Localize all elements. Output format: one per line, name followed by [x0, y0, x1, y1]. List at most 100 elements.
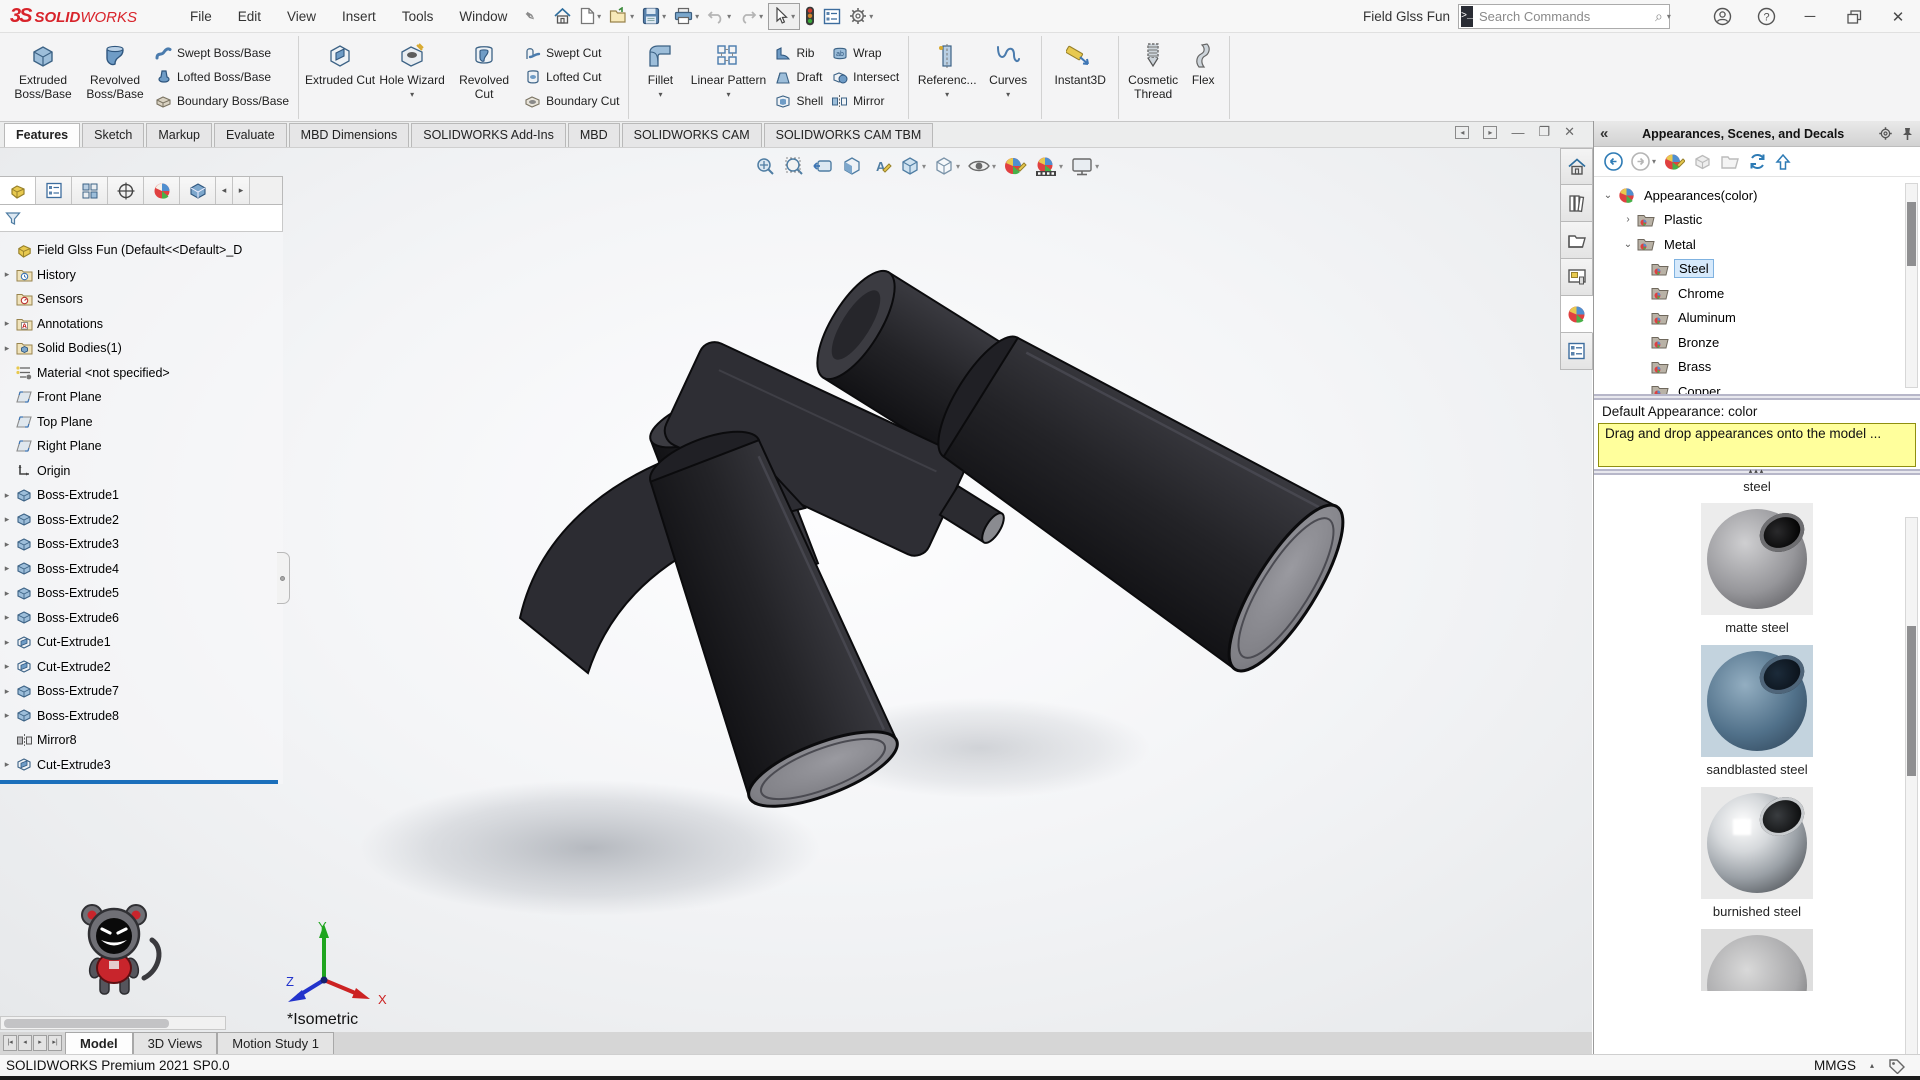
- extruded-cut-button[interactable]: Extruded Cut: [304, 36, 376, 119]
- thumbnail-burnished-steel[interactable]: burnished steel: [1594, 787, 1920, 919]
- tree-item-material[interactable]: Material <not specified>: [0, 361, 283, 386]
- dropdown-caret-icon[interactable]: ▾: [662, 12, 666, 21]
- appearances-root[interactable]: ⌄ Appearances(color): [1594, 183, 1920, 208]
- pane-splitter[interactable]: [1594, 394, 1920, 400]
- doc-restore-button[interactable]: ❐: [1538, 124, 1550, 140]
- curves-button[interactable]: Curves ▾: [980, 36, 1036, 119]
- hole-wizard-button[interactable]: Hole Wizard ▾: [376, 36, 448, 119]
- menu-edit[interactable]: Edit: [225, 0, 274, 33]
- view-settings-button[interactable]: ▾: [1068, 153, 1101, 179]
- menu-file[interactable]: File: [177, 0, 225, 33]
- tab-3d-views[interactable]: 3D Views: [133, 1032, 218, 1054]
- tree-item-cut-extrude3[interactable]: ▸ Cut-Extrude3: [0, 753, 283, 778]
- expand-arrow-icon[interactable]: ▸: [0, 612, 14, 623]
- revolved-boss-base-button[interactable]: Revolved Boss/Base: [79, 36, 151, 119]
- custom-properties-tab[interactable]: [1560, 333, 1593, 370]
- fillet-button[interactable]: Fillet ▾: [634, 36, 686, 119]
- tree-item-solid-bodies[interactable]: ▸ Solid Bodies(1): [0, 336, 283, 361]
- panel-splitter-handle[interactable]: [277, 552, 290, 604]
- undo-button[interactable]: ▾: [704, 3, 734, 29]
- open-button[interactable]: ▾: [606, 3, 637, 29]
- expand-arrow-icon[interactable]: ▸: [0, 588, 14, 599]
- thumbnail-matte-steel[interactable]: matte steel: [1594, 503, 1920, 635]
- view-palette-tab[interactable]: [1560, 259, 1593, 296]
- swept-boss-base-button[interactable]: Swept Boss/Base: [155, 43, 289, 63]
- collapse-pane-icon[interactable]: «: [1600, 125, 1608, 142]
- expand-arrow-icon[interactable]: ▸: [0, 343, 14, 354]
- shell-button[interactable]: Shell: [774, 91, 823, 111]
- dropdown-caret-icon[interactable]: ▾: [945, 90, 949, 99]
- thumbnails-scrollbar[interactable]: [1905, 517, 1918, 1054]
- linear-pattern-button[interactable]: Linear Pattern ▾: [686, 36, 770, 119]
- print-button[interactable]: ▾: [671, 3, 702, 29]
- tree-item-mirror8[interactable]: Mirror8: [0, 728, 283, 753]
- file-explorer-tab[interactable]: [1560, 222, 1593, 259]
- doc-minimize-button[interactable]: —: [1511, 125, 1524, 140]
- gear-icon[interactable]: [1878, 126, 1893, 141]
- rollback-bar[interactable]: [0, 780, 278, 784]
- dropdown-caret-icon[interactable]: ▾: [727, 12, 731, 21]
- dropdown-caret-icon[interactable]: ▾: [1652, 157, 1656, 166]
- menu-view[interactable]: View: [274, 0, 329, 33]
- expand-arrow-icon[interactable]: ▸: [0, 563, 14, 574]
- prev-tab-button[interactable]: ◂: [18, 1035, 32, 1051]
- feature-tree-filter[interactable]: [0, 205, 283, 232]
- search-commands-box[interactable]: >_ ⌕ ▾: [1458, 4, 1670, 29]
- dropdown-caret-icon[interactable]: ▾: [410, 90, 414, 99]
- thumbnail-sandblasted-steel[interactable]: sandblasted steel: [1594, 645, 1920, 777]
- reference-geometry-button[interactable]: Referenc... ▾: [914, 36, 980, 119]
- display-style-button[interactable]: ▾: [931, 153, 962, 179]
- hide-show-items-button[interactable]: ▾: [965, 153, 998, 179]
- design-library-tab[interactable]: [1560, 185, 1593, 222]
- forward-button[interactable]: ▾: [1631, 152, 1656, 171]
- draft-button[interactable]: Draft: [774, 67, 823, 87]
- thumbnail-partial[interactable]: [1594, 929, 1920, 991]
- tree-item-top-plane[interactable]: Top Plane: [0, 410, 283, 435]
- dropdown-caret-icon[interactable]: ▾: [658, 90, 662, 99]
- tag-icon[interactable]: [1888, 1058, 1906, 1074]
- mirror-button[interactable]: Mirror: [831, 91, 899, 111]
- appearances-aluminum[interactable]: Aluminum: [1594, 306, 1920, 331]
- tree-item-cut-extrude1[interactable]: ▸ Cut-Extrude1: [0, 630, 283, 655]
- appearances-copper[interactable]: Copper: [1594, 379, 1920, 394]
- options-list-button[interactable]: [820, 3, 844, 29]
- cam-tree-tab[interactable]: [180, 177, 216, 204]
- tab-solidworks-cam-tbm[interactable]: SOLIDWORKS CAM TBM: [764, 123, 934, 147]
- dropdown-caret-icon[interactable]: ▾: [956, 162, 960, 171]
- pin-icon[interactable]: [1901, 127, 1914, 141]
- cosmetic-thread-button[interactable]: Cosmetic Thread: [1124, 36, 1182, 119]
- dropdown-caret-icon[interactable]: ▾: [1059, 162, 1063, 171]
- instant3d-button[interactable]: Instant3D: [1047, 36, 1113, 119]
- tree-scrollbar[interactable]: [1905, 183, 1918, 388]
- menu-insert[interactable]: Insert: [329, 0, 389, 33]
- appearances-metal[interactable]: ⌄ Metal: [1594, 232, 1920, 257]
- expand-arrow-icon[interactable]: ▸: [0, 269, 14, 280]
- tab-model[interactable]: Model: [65, 1032, 133, 1054]
- view-orientation-button[interactable]: ▾: [897, 153, 928, 179]
- revolved-cut-button[interactable]: Revolved Cut: [448, 36, 520, 119]
- tree-item-boss-extrude5[interactable]: ▸ Boss-Extrude5: [0, 581, 283, 606]
- minimize-button[interactable]: ─: [1788, 0, 1832, 33]
- tab-mbd[interactable]: MBD: [568, 123, 620, 147]
- scrollbar-thumb[interactable]: [4, 1019, 169, 1028]
- user-account-button[interactable]: [1700, 0, 1744, 33]
- tree-item-cut-extrude2[interactable]: ▸ Cut-Extrude2: [0, 655, 283, 680]
- units-selector[interactable]: MMGS: [1814, 1058, 1856, 1073]
- expand-arrow-icon[interactable]: ▸: [0, 318, 14, 329]
- wrap-button[interactable]: ab Wrap: [831, 43, 899, 63]
- dropdown-caret-icon[interactable]: ▾: [630, 12, 634, 21]
- previous-view-button[interactable]: [810, 153, 836, 179]
- pane-splitter-2[interactable]: ▴▴▴: [1594, 469, 1920, 475]
- doc-close-button[interactable]: ✕: [1564, 124, 1575, 140]
- expand-arrow-icon[interactable]: ▸: [0, 637, 14, 648]
- section-view-button[interactable]: [839, 153, 865, 179]
- flex-button[interactable]: Flex: [1182, 36, 1224, 119]
- configurationmanager-tab[interactable]: [72, 177, 108, 204]
- menu-pin-icon[interactable]: ✒: [520, 6, 540, 27]
- close-button[interactable]: ✕: [1876, 0, 1920, 33]
- zoom-to-fit-button[interactable]: [752, 153, 778, 179]
- pane-left-icon[interactable]: ◂: [1455, 126, 1469, 139]
- appearances-chrome[interactable]: Chrome: [1594, 281, 1920, 306]
- dropdown-caret-icon[interactable]: ▾: [992, 162, 996, 171]
- search-input[interactable]: [1479, 9, 1655, 24]
